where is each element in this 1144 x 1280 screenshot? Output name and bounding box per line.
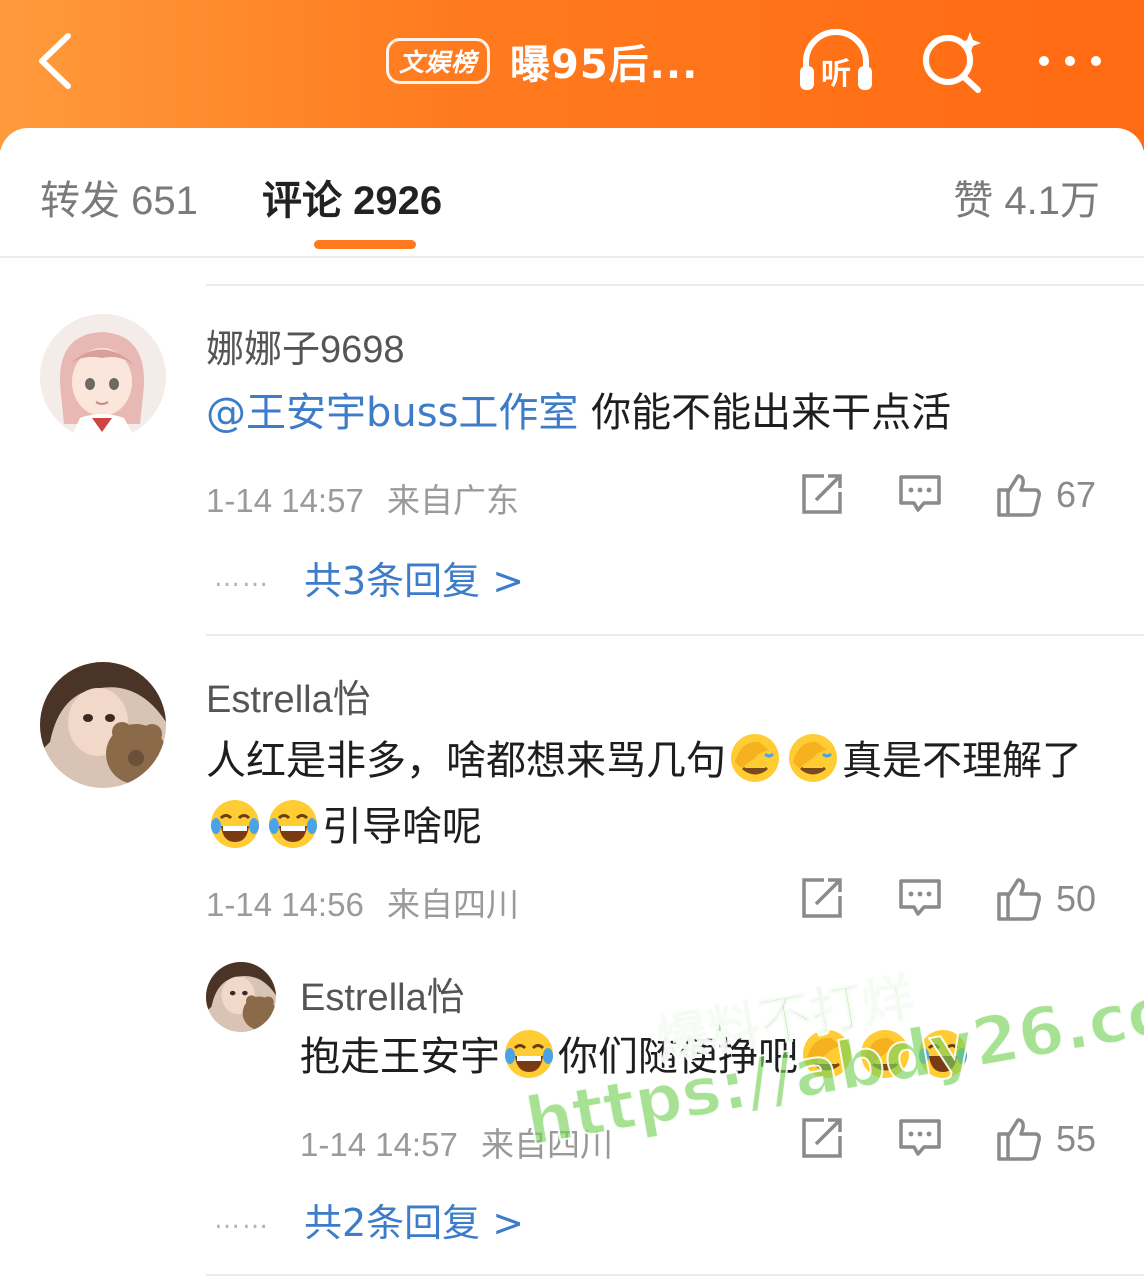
- reply-body-part1: 抱走王安宇: [300, 1034, 500, 1080]
- reply-button[interactable]: [898, 876, 942, 920]
- comment-location: 来自广东: [386, 482, 519, 519]
- avatar[interactable]: [40, 662, 166, 788]
- view-replies[interactable]: …… 共2条回复 >: [214, 1192, 524, 1247]
- like-button[interactable]: 50: [996, 874, 1096, 924]
- share-button[interactable]: [800, 876, 844, 920]
- avatar[interactable]: [40, 314, 166, 440]
- like-count: 50: [1056, 878, 1097, 919]
- search-button[interactable]: [918, 28, 988, 94]
- ranking-badge: 文娱榜: [386, 38, 491, 84]
- like-count: 55: [1056, 1118, 1097, 1159]
- reply-username[interactable]: Estrella怡: [300, 966, 465, 1021]
- laugh-cry-emoji-icon: [267, 798, 319, 850]
- thumbs-up-icon: [997, 474, 1041, 517]
- comment-text: 人红是非多，啥都想来骂几句 真是不理解了引导啥呢: [206, 728, 1106, 860]
- like-button[interactable]: 67: [996, 470, 1096, 520]
- tab-comments[interactable]: 评论 2926: [262, 168, 442, 226]
- view-replies[interactable]: …… 共3条回复 >: [214, 550, 524, 605]
- listen-label: 听: [821, 57, 851, 92]
- tab-repost[interactable]: 转发 651: [40, 168, 198, 226]
- active-tab-indicator: [314, 240, 416, 249]
- thumbs-up-icon: [997, 878, 1041, 921]
- mention-link[interactable]: @王安宇buss工作室: [206, 390, 578, 436]
- share-button[interactable]: [800, 472, 844, 516]
- share-button[interactable]: [800, 1116, 844, 1160]
- share-icon: [802, 474, 842, 514]
- comment-username[interactable]: 娜娜子9698: [206, 318, 405, 373]
- topic-title-group[interactable]: 文娱榜 曝95后...: [386, 36, 698, 88]
- comment-meta: 1-14 14:56 来自四川: [206, 878, 519, 926]
- comment-icon: [899, 1119, 941, 1156]
- comment-time: 1-14 14:56: [206, 886, 364, 923]
- more-icon: [1039, 56, 1101, 66]
- divider: [206, 284, 1144, 286]
- laugh-cry-emoji-icon: [503, 1028, 555, 1080]
- more-options-button[interactable]: [1034, 46, 1106, 76]
- divider: [206, 634, 1144, 636]
- comment-icon: [899, 475, 941, 512]
- topic-title: 曝95后...: [510, 42, 699, 88]
- replies-link[interactable]: 共3条回复 >: [304, 550, 524, 605]
- comment-body-part3: 引导啥呢: [322, 804, 482, 850]
- comment-time: 1-14 14:57: [206, 482, 364, 519]
- listen-button[interactable]: 听: [796, 26, 876, 96]
- search-icon: [923, 32, 981, 93]
- dots-separator: ……: [214, 1204, 270, 1235]
- replies-link[interactable]: 共2条回复 >: [304, 1192, 524, 1247]
- headphones-icon: 听: [800, 29, 872, 92]
- comment-body-part2: 真是不理解了: [842, 738, 1082, 784]
- share-icon: [802, 878, 842, 918]
- share-icon: [802, 1118, 842, 1158]
- divider: [206, 1274, 1144, 1276]
- like-count: 67: [1056, 474, 1097, 515]
- laugh-cry-emoji-icon: [209, 798, 261, 850]
- comment-body-part1: 人红是非多，啥都想来骂几句: [206, 738, 726, 784]
- facepalm-emoji-icon: [787, 732, 839, 784]
- tab-likes[interactable]: 赞 4.1万: [953, 168, 1100, 226]
- reply-button[interactable]: [898, 472, 942, 516]
- comment-username[interactable]: Estrella怡: [206, 668, 371, 723]
- comment-meta: 1-14 14:57 来自广东: [206, 474, 519, 522]
- like-button[interactable]: 55: [996, 1114, 1096, 1164]
- comment-location: 来自四川: [386, 886, 519, 923]
- reply-avatar[interactable]: [206, 962, 276, 1032]
- tab-bar: 转发 651 评论 2926 赞 4.1万: [0, 128, 1144, 258]
- comment-body: 你能不能出来干点活: [578, 390, 952, 436]
- back-button[interactable]: [28, 28, 88, 94]
- comment-text: @王安宇buss工作室 你能不能出来干点活: [206, 380, 1106, 446]
- thumbs-up-icon: [997, 1118, 1041, 1161]
- back-icon: [39, 33, 71, 89]
- comment-icon: [899, 879, 941, 916]
- facepalm-emoji-icon: [729, 732, 781, 784]
- reply-button[interactable]: [898, 1116, 942, 1160]
- reply-time: 1-14 14:57: [300, 1126, 458, 1163]
- dots-separator: ……: [214, 562, 270, 593]
